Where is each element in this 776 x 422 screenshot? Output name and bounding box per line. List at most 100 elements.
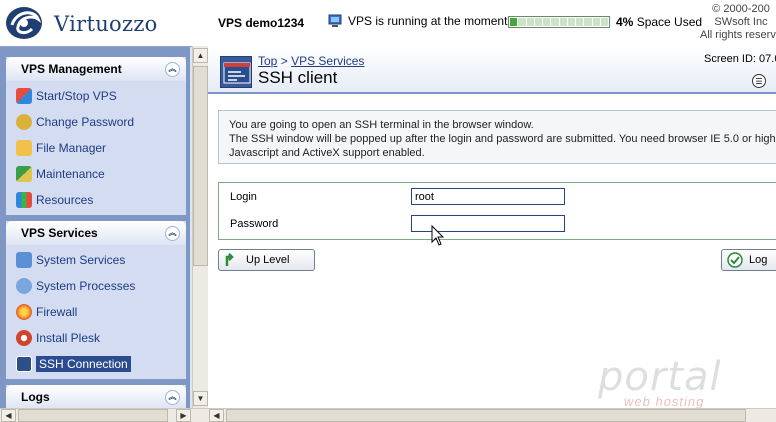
- space-bar-segment: [584, 18, 592, 26]
- space-used: 4% Space Used: [508, 15, 702, 29]
- sidebar-item-system-services[interactable]: System Services: [6, 247, 186, 273]
- group-header[interactable]: Logs ︽: [6, 385, 186, 409]
- sidebar-item-label: Install Plesk: [36, 331, 101, 345]
- password-row: Password: [219, 210, 776, 237]
- page-header: Top > VPS Services SSH client Screen ID:…: [208, 46, 776, 94]
- up-level-button[interactable]: Up Level: [218, 249, 315, 271]
- collapse-icon[interactable]: ︽: [165, 61, 180, 77]
- sidebar-item-system-processes[interactable]: System Processes: [6, 273, 186, 299]
- up-level-label: Up Level: [246, 254, 290, 266]
- services-icon: [16, 252, 32, 268]
- screen-id: Screen ID: 07.0: [704, 53, 776, 65]
- sidebar-item-firewall[interactable]: Firewall: [6, 299, 186, 325]
- sidebar-item-file-manager[interactable]: File Manager: [6, 135, 186, 161]
- scroll-thumb[interactable]: [18, 409, 168, 422]
- space-bar-segment: [526, 18, 534, 26]
- sidebar-item-label: Maintenance: [36, 167, 105, 181]
- space-usage-bar: [508, 16, 610, 28]
- space-bar-segment: [592, 18, 600, 26]
- scroll-down-button[interactable]: ▼: [193, 391, 208, 406]
- left-horizontal-scrollbar[interactable]: ◀ ▶: [0, 408, 192, 422]
- space-bar-segment: [567, 18, 575, 26]
- copyright-line: All rights reserve: [700, 29, 776, 41]
- sidebar-item-label: Resources: [36, 193, 94, 207]
- vps-status: VPS is running at the moment: [328, 14, 507, 28]
- sidebar-item-ssh-connection[interactable]: SSH Connection: [6, 351, 186, 377]
- watermark-sub: web hosting: [624, 394, 705, 409]
- group-vps-services: VPS Services ︽ System Services System Pr…: [6, 221, 186, 379]
- left-navigation: VPS Management ︽ Start/Stop VPS Change P…: [0, 46, 192, 409]
- collapse-icon[interactable]: ︽: [165, 389, 180, 405]
- login-row: Login: [219, 183, 776, 210]
- space-label: Space Used: [636, 15, 703, 29]
- scroll-left-button[interactable]: ◀: [209, 409, 224, 422]
- main-horizontal-scrollbar[interactable]: ◀: [192, 408, 776, 422]
- breadcrumb-top-link[interactable]: Top: [258, 54, 277, 68]
- up-level-icon: [224, 252, 240, 268]
- scroll-up-button[interactable]: ▲: [193, 48, 208, 63]
- vps-name: VPS demo1234: [218, 16, 305, 30]
- sidebar-item-install-plesk[interactable]: Install Plesk: [6, 325, 186, 351]
- breadcrumb-separator: >: [280, 54, 288, 68]
- breadcrumb-vps-services-link[interactable]: VPS Services: [291, 54, 364, 68]
- group-title: Logs: [21, 390, 50, 404]
- sidebar-item-label: SSH Connection: [36, 356, 131, 372]
- space-bar-segment: [534, 18, 542, 26]
- info-line: The SSH window will be popped up after t…: [229, 133, 776, 145]
- scroll-left-button[interactable]: ◀: [1, 409, 16, 422]
- help-icon[interactable]: ☰: [752, 74, 766, 88]
- sidebar-item-resources[interactable]: Resources: [6, 187, 186, 213]
- start-stop-icon: [16, 88, 32, 104]
- left-panel-scrollbar[interactable]: ▲ ▼: [192, 46, 208, 408]
- collapse-icon[interactable]: ︽: [165, 225, 180, 241]
- left-navigation-inner: VPS Management ︽ Start/Stop VPS Change P…: [0, 47, 190, 409]
- key-icon: [16, 114, 32, 130]
- group-header[interactable]: VPS Management ︽: [6, 57, 186, 81]
- group-vps-management: VPS Management ︽ Start/Stop VPS Change P…: [6, 57, 186, 215]
- info-line: You are going to open an SSH terminal in…: [229, 119, 534, 131]
- sidebar-item-label: System Processes: [36, 279, 136, 293]
- check-icon: [727, 252, 743, 268]
- password-label: Password: [230, 217, 279, 230]
- scroll-right-button[interactable]: ▶: [176, 409, 191, 422]
- space-bar-segment: [551, 18, 559, 26]
- copyright-line: SWsoft Inc: [714, 16, 768, 28]
- page-title: SSH client: [258, 68, 338, 87]
- space-bar-segment: [576, 18, 584, 26]
- terminal-icon: [223, 62, 251, 84]
- login-label: Login: [230, 190, 257, 203]
- status-text: VPS is running at the moment: [348, 14, 508, 28]
- virtuozzo-logo[interactable]: Virtuozzo: [4, 5, 176, 41]
- group-header[interactable]: VPS Services ︽: [6, 221, 186, 245]
- sidebar-item-label: Change Password: [36, 115, 135, 129]
- login-form: Login Password: [218, 182, 776, 240]
- scroll-thumb[interactable]: [193, 66, 208, 266]
- scroll-thumb[interactable]: [226, 409, 746, 422]
- sidebar-item-label: Firewall: [36, 305, 78, 319]
- processes-icon: [16, 278, 32, 294]
- space-bar-segment: [600, 18, 608, 26]
- header: Virtuozzo VPS demo1234 VPS is running at…: [0, 0, 776, 46]
- maintenance-icon: [16, 166, 32, 182]
- folder-icon: [16, 140, 32, 156]
- sidebar-item-label: Start/Stop VPS: [36, 89, 117, 103]
- copyright-line: © 2000-200: [712, 3, 770, 15]
- sidebar-item-label: File Manager: [36, 141, 107, 155]
- group-title: VPS Services: [21, 226, 98, 240]
- portal-watermark: portal web hosting: [598, 354, 748, 410]
- login-input[interactable]: [411, 188, 565, 205]
- group-logs: Logs ︽: [6, 385, 186, 409]
- space-bar-segment: [518, 18, 526, 26]
- sidebar-item-label: System Services: [36, 253, 126, 267]
- space-bar-segment: [559, 18, 567, 26]
- sidebar-item-start-stop-vps[interactable]: Start/Stop VPS: [6, 83, 186, 109]
- info-line: Javascript and ActiveX support enabled.: [229, 147, 425, 159]
- breadcrumb: Top > VPS Services: [258, 54, 364, 68]
- group-title: VPS Management: [21, 62, 122, 76]
- login-button[interactable]: Log: [721, 249, 776, 271]
- sidebar-item-change-password[interactable]: Change Password: [6, 109, 186, 135]
- logo-text: Virtuozzo: [54, 12, 158, 36]
- sidebar-item-maintenance[interactable]: Maintenance: [6, 161, 186, 187]
- space-bar-segment: [510, 18, 518, 26]
- space-percent: 4%: [616, 15, 634, 29]
